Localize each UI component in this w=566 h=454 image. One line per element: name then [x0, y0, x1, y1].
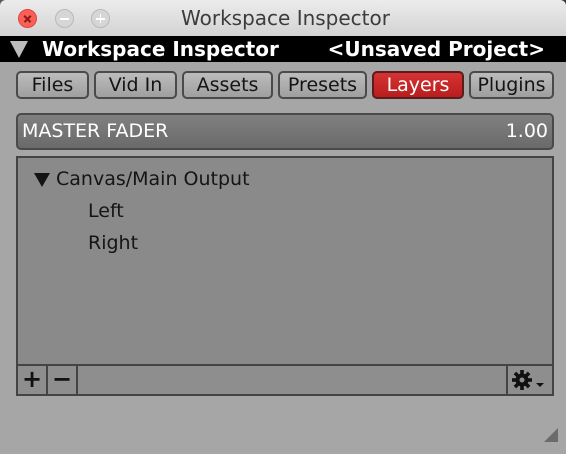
tab-vid-in[interactable]: Vid In [94, 71, 177, 99]
master-fader-label: MASTER FADER [22, 120, 169, 142]
tab-layers[interactable]: Layers [372, 71, 464, 99]
disclosure-triangle-icon[interactable] [34, 173, 50, 187]
layer-tree-panel: Canvas/Main Output Left Right + − [16, 156, 554, 396]
tree-toolbar: + − [18, 364, 552, 394]
resize-grip-icon[interactable] [544, 428, 558, 442]
window-title: Workspace Inspector [181, 6, 390, 30]
inspector-title: Workspace Inspector [42, 37, 279, 61]
tree-item-label: Canvas/Main Output [56, 168, 250, 190]
settings-menu-button[interactable] [506, 366, 552, 394]
tab-plugins[interactable]: Plugins [469, 71, 554, 99]
tree-item-right[interactable]: Right [88, 228, 138, 258]
tree-item-canvas-main-output[interactable]: Canvas/Main Output [34, 164, 544, 194]
remove-layer-button[interactable]: − [48, 366, 78, 394]
title-bar[interactable]: Workspace Inspector [0, 0, 566, 37]
master-fader-value: 1.00 [505, 120, 548, 142]
add-layer-button[interactable]: + [18, 366, 48, 394]
tree-item-left[interactable]: Left [88, 196, 124, 226]
tab-assets[interactable]: Assets [182, 71, 273, 99]
workspace-inspector-window: Workspace Inspector Workspace Inspector … [0, 0, 566, 454]
layer-tree-list: Canvas/Main Output Left Right [18, 158, 552, 366]
project-name: <Unsaved Project> [327, 37, 545, 61]
gear-icon [512, 370, 544, 390]
master-fader-slider[interactable]: MASTER FADER 1.00 [16, 113, 554, 150]
tab-files[interactable]: Files [16, 71, 89, 99]
triangle-down-icon[interactable] [10, 41, 28, 58]
inspector-header: Workspace Inspector <Unsaved Project> [0, 36, 566, 62]
tab-presets[interactable]: Presets [278, 71, 367, 99]
